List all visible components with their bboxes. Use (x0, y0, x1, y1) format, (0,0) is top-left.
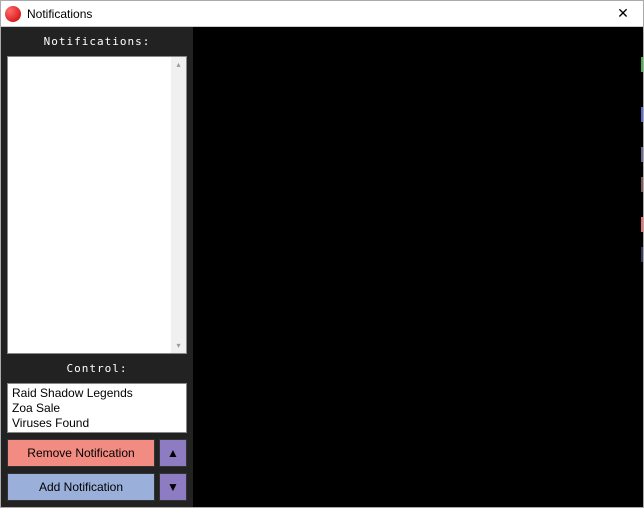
arrow-down-icon: ▼ (167, 480, 179, 494)
scrollbar[interactable]: ▴ ▾ (171, 57, 186, 353)
close-button[interactable]: ✕ (603, 1, 643, 27)
edge-marker (641, 247, 643, 262)
scrollbar-down-icon[interactable]: ▾ (171, 338, 186, 353)
arrow-up-icon: ▲ (167, 446, 179, 460)
content-area: Notifications: ▴ ▾ Control: Raid Shadow … (1, 27, 643, 507)
edge-marker (641, 177, 643, 192)
edge-marker (641, 147, 643, 162)
list-item[interactable]: Zoa Sale (12, 401, 182, 416)
window-title: Notifications (27, 7, 603, 21)
app-window: Notifications ✕ Notifications: ▴ ▾ Contr… (0, 0, 644, 508)
add-notification-button[interactable]: Add Notification (7, 473, 155, 501)
app-icon (5, 6, 21, 22)
notifications-list[interactable]: ▴ ▾ (7, 56, 187, 354)
move-up-button[interactable]: ▲ (159, 439, 187, 467)
remove-row: Remove Notification ▲ (7, 439, 187, 467)
edge-marker (641, 57, 643, 72)
button-label: Add Notification (39, 480, 123, 494)
scrollbar-up-icon[interactable]: ▴ (171, 57, 186, 72)
add-row: Add Notification ▼ (7, 473, 187, 501)
control-list[interactable]: Raid Shadow Legends Zoa Sale Viruses Fou… (7, 383, 187, 433)
titlebar: Notifications ✕ (1, 1, 643, 27)
list-item[interactable]: Raid Shadow Legends (12, 386, 182, 401)
notifications-label: Notifications: (7, 33, 187, 50)
list-item[interactable]: Viruses Found (12, 416, 182, 431)
left-panel: Notifications: ▴ ▾ Control: Raid Shadow … (1, 27, 193, 507)
control-label: Control: (7, 360, 187, 377)
preview-area (193, 27, 643, 507)
button-label: Remove Notification (27, 446, 134, 460)
remove-notification-button[interactable]: Remove Notification (7, 439, 155, 467)
close-icon: ✕ (617, 5, 629, 22)
edge-marker (641, 107, 643, 122)
edge-marker (641, 217, 643, 232)
move-down-button[interactable]: ▼ (159, 473, 187, 501)
